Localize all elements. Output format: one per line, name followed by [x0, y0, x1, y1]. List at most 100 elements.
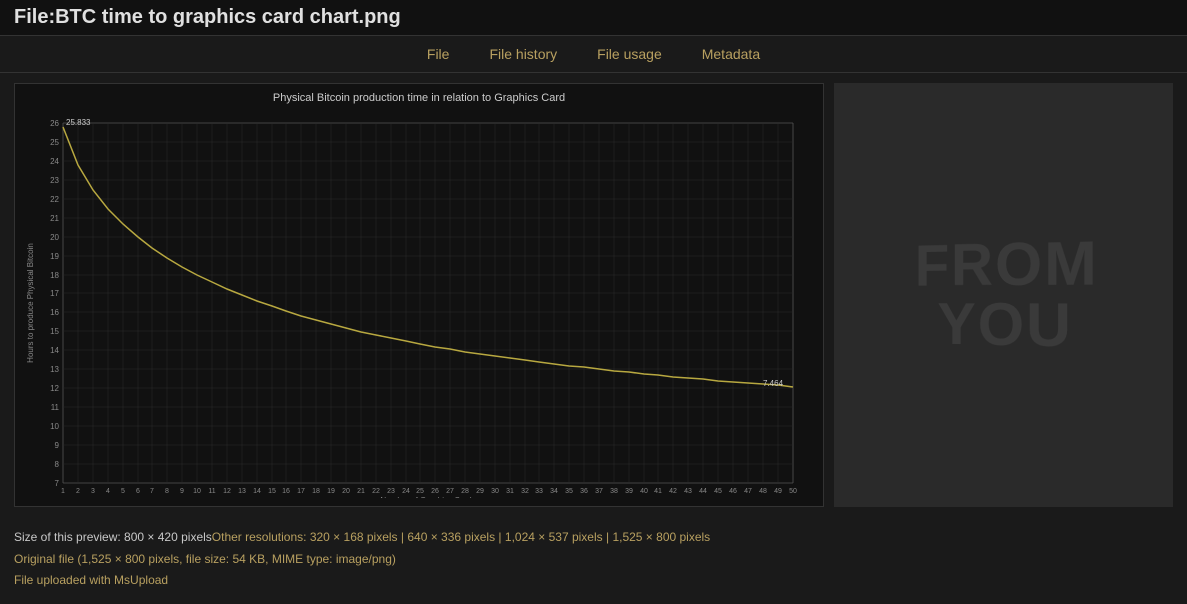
original-file-link[interactable]: Original file	[14, 552, 74, 566]
svg-text:9: 9	[180, 488, 184, 495]
svg-text:7: 7	[150, 488, 154, 495]
svg-text:12: 12	[223, 488, 231, 495]
svg-text:6: 6	[136, 488, 140, 495]
svg-text:23: 23	[387, 488, 395, 495]
svg-text:26: 26	[431, 488, 439, 495]
svg-text:45: 45	[714, 488, 722, 495]
svg-text:8: 8	[55, 460, 60, 469]
svg-text:Number of Graphics Cards: Number of Graphics Cards	[380, 496, 475, 498]
resolution-link-3[interactable]: 1,024 × 537 pixels	[505, 530, 603, 544]
svg-text:12: 12	[50, 384, 59, 393]
resolution-link-1[interactable]: 320 × 168 pixels	[310, 530, 398, 544]
svg-text:20: 20	[342, 488, 350, 495]
svg-text:40: 40	[640, 488, 648, 495]
svg-text:13: 13	[238, 488, 246, 495]
svg-text:2: 2	[76, 488, 80, 495]
svg-text:10: 10	[50, 422, 59, 431]
svg-text:1: 1	[61, 488, 65, 495]
svg-text:Hours to produce Physical Bitc: Hours to produce Physical Bitcoin	[26, 243, 35, 363]
svg-text:15: 15	[50, 327, 59, 336]
svg-text:11: 11	[208, 488, 215, 495]
nav-tabs: File File history File usage Metadata	[0, 36, 1187, 73]
svg-text:50: 50	[789, 488, 797, 495]
svg-text:5: 5	[121, 488, 125, 495]
svg-text:4: 4	[106, 488, 110, 495]
svg-text:34: 34	[550, 488, 558, 495]
chart-container: 7 8 9 10 11 12 13 14 15 16 17 18 19 20 2…	[23, 108, 803, 498]
svg-text:46: 46	[729, 488, 737, 495]
svg-text:36: 36	[580, 488, 588, 495]
svg-text:38: 38	[610, 488, 618, 495]
svg-text:11: 11	[51, 403, 60, 412]
svg-text:22: 22	[372, 488, 380, 495]
svg-text:26: 26	[50, 119, 59, 128]
svg-text:25: 25	[50, 138, 59, 147]
svg-text:25: 25	[416, 488, 424, 495]
svg-text:24: 24	[402, 488, 410, 495]
svg-text:7.464: 7.464	[763, 379, 784, 388]
page-title: File:BTC time to graphics card chart.png	[14, 6, 1173, 29]
original-file-line: Original file (1,525 × 800 pixels, file …	[14, 549, 1173, 571]
preview-label: Size of this preview:	[14, 530, 124, 544]
svg-text:23: 23	[50, 176, 59, 185]
main-content: Physical Bitcoin production time in rela…	[0, 73, 1187, 517]
tab-file-history[interactable]: File history	[489, 46, 557, 62]
svg-text:13: 13	[50, 365, 59, 374]
svg-text:3: 3	[91, 488, 95, 495]
resolution-link-2[interactable]: 640 × 336 pixels	[407, 530, 495, 544]
svg-text:14: 14	[50, 346, 59, 355]
svg-text:21: 21	[357, 488, 365, 495]
preview-size: 800 × 420 pixels	[124, 530, 212, 544]
svg-text:16: 16	[282, 488, 290, 495]
svg-text:18: 18	[50, 271, 59, 280]
upload-info: File uploaded with MsUpload	[14, 570, 1173, 592]
svg-text:17: 17	[50, 289, 59, 298]
chart-area: Physical Bitcoin production time in rela…	[14, 83, 824, 507]
chart-title: Physical Bitcoin production time in rela…	[23, 92, 815, 104]
svg-text:43: 43	[684, 488, 692, 495]
svg-text:31: 31	[506, 488, 514, 495]
svg-text:24: 24	[50, 157, 59, 166]
tab-metadata[interactable]: Metadata	[702, 46, 760, 62]
svg-text:7: 7	[55, 479, 60, 488]
resolution-link-4[interactable]: 1,525 × 800 pixels	[612, 530, 710, 544]
svg-text:27: 27	[446, 488, 454, 495]
svg-text:42: 42	[669, 488, 677, 495]
svg-text:21: 21	[50, 214, 59, 223]
svg-text:47: 47	[744, 488, 752, 495]
svg-text:44: 44	[699, 488, 707, 495]
title-bar: File:BTC time to graphics card chart.png	[0, 0, 1187, 36]
svg-text:18: 18	[312, 488, 320, 495]
tab-file-usage[interactable]: File usage	[597, 46, 662, 62]
tab-file[interactable]: File	[427, 46, 450, 62]
svg-text:22: 22	[50, 195, 59, 204]
svg-text:32: 32	[521, 488, 529, 495]
svg-text:29: 29	[476, 488, 484, 495]
svg-text:17: 17	[297, 488, 305, 495]
svg-text:28: 28	[461, 488, 469, 495]
svg-text:19: 19	[50, 252, 59, 261]
original-file-details: (1,525 × 800 pixels, file size: 54 KB, M…	[77, 552, 396, 566]
svg-text:49: 49	[774, 488, 782, 495]
sidebar-decorative-text: FROMYOU	[915, 232, 1099, 357]
svg-text:33: 33	[535, 488, 543, 495]
svg-text:15: 15	[268, 488, 276, 495]
svg-text:30: 30	[491, 488, 499, 495]
svg-text:10: 10	[193, 488, 201, 495]
svg-text:19: 19	[327, 488, 335, 495]
svg-text:41: 41	[654, 488, 662, 495]
svg-text:9: 9	[55, 441, 60, 450]
preview-info-line: Size of this preview: 800 × 420 pixelsOt…	[14, 527, 1173, 549]
svg-text:8: 8	[165, 488, 169, 495]
svg-text:14: 14	[253, 488, 261, 495]
svg-text:39: 39	[625, 488, 633, 495]
svg-text:20: 20	[50, 233, 59, 242]
svg-text:48: 48	[759, 488, 767, 495]
svg-text:25.833: 25.833	[66, 118, 91, 127]
svg-text:16: 16	[50, 308, 59, 317]
svg-text:37: 37	[595, 488, 603, 495]
sidebar-image: FROMYOU	[834, 83, 1173, 507]
other-res-label: Other resolutions:	[212, 530, 310, 544]
file-info: Size of this preview: 800 × 420 pixelsOt…	[0, 517, 1187, 602]
svg-text:35: 35	[565, 488, 573, 495]
